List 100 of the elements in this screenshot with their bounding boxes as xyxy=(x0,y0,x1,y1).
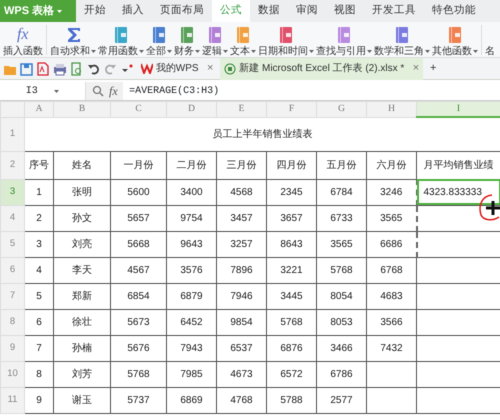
ribbon-button[interactable]: 日期和时间 xyxy=(258,24,314,57)
new-tab-button[interactable]: + xyxy=(426,58,440,80)
column-header[interactable]: E xyxy=(216,102,266,118)
table-cell: 7896 xyxy=(216,257,266,284)
table-cell: 8643 xyxy=(266,231,316,258)
marquee-cell[interactable] xyxy=(416,231,500,258)
print-icon[interactable] xyxy=(53,62,67,76)
save-icon[interactable] xyxy=(20,62,34,76)
table-cell: 6786 xyxy=(316,361,366,388)
column-header[interactable]: G xyxy=(316,102,366,118)
menu-tab[interactable]: 审阅 xyxy=(288,0,326,22)
ribbon-button[interactable]: fx 插入函数 xyxy=(2,24,43,57)
crosshair-cursor-icon xyxy=(486,201,500,215)
caret-icon xyxy=(424,50,430,53)
table-cell: 2577 xyxy=(316,387,366,414)
ribbon-button[interactable]: 数学和三角 xyxy=(374,24,430,57)
column-header[interactable]: B xyxy=(54,102,110,118)
table-cell: 3257 xyxy=(216,231,266,258)
menu-tab[interactable]: 特色功能 xyxy=(424,0,484,22)
table-cell: 5 xyxy=(24,283,54,310)
ribbon-button[interactable]: 常用函数 xyxy=(98,24,144,57)
table-cell: 5600 xyxy=(110,179,166,206)
caret-icon xyxy=(54,90,60,92)
table-cell: 4768 xyxy=(216,387,266,414)
table-cell: 6768 xyxy=(366,257,416,284)
table-cell: 5737 xyxy=(110,387,166,414)
ribbon-button[interactable]: 财务 xyxy=(174,24,200,57)
ribbon-button[interactable]: 逻辑 xyxy=(202,24,228,57)
table-cell: 5673 xyxy=(110,309,166,336)
table-cell: 3565 xyxy=(316,231,366,258)
column-heading: 姓名 xyxy=(54,151,110,180)
caret-icon xyxy=(138,50,144,53)
table-cell: 5768 xyxy=(266,309,316,336)
table-cell: 3566 xyxy=(366,309,416,336)
column-heading: 四月份 xyxy=(266,151,316,180)
corner-cell[interactable] xyxy=(0,102,24,118)
column-header[interactable]: F xyxy=(266,102,316,118)
table-cell: 5768 xyxy=(110,361,166,388)
table-cell: 孙楠 xyxy=(54,335,110,362)
table-cell: 3576 xyxy=(166,257,216,284)
ribbon-button[interactable]: 自动求和 xyxy=(50,24,96,57)
column-header[interactable]: D xyxy=(166,102,216,118)
caret-icon xyxy=(166,50,172,53)
caret-icon xyxy=(194,50,200,53)
table-cell: 3466 xyxy=(316,335,366,362)
table-cell: 8 xyxy=(24,361,54,388)
w-logo-icon xyxy=(140,63,153,74)
column-header[interactable]: C xyxy=(110,102,166,118)
table-cell: 6784 xyxy=(316,179,366,206)
menu-tab[interactable]: 数据 xyxy=(250,0,288,22)
table-cell: 6876 xyxy=(266,335,316,362)
column-header[interactable]: H xyxy=(366,102,416,118)
column-heading: 五月份 xyxy=(316,151,366,180)
menu-tab[interactable]: 插入 xyxy=(114,0,152,22)
column-heading: 二月份 xyxy=(166,151,216,180)
marquee-cell[interactable] xyxy=(416,205,500,232)
column-header[interactable]: I xyxy=(416,102,500,118)
table-cell: 4673 xyxy=(216,361,266,388)
undo-icon[interactable] xyxy=(86,62,100,76)
table-cell: 3 xyxy=(24,231,54,258)
column-heading: 六月份 xyxy=(366,151,416,180)
table-cell: 6879 xyxy=(166,283,216,310)
formula-field[interactable]: =AVERAGE(C3:H3) xyxy=(123,82,500,100)
caret-icon xyxy=(366,50,372,53)
table-cell: 2 xyxy=(24,205,54,232)
ribbon-button[interactable]: 全部 xyxy=(146,24,172,57)
table-cell: 谢玉 xyxy=(54,387,110,414)
table-cell: 5668 xyxy=(110,231,166,258)
table-cell: 李天 xyxy=(54,257,110,284)
menu-tab[interactable]: 视图 xyxy=(326,0,364,22)
menu-tab[interactable]: 开发工具 xyxy=(364,0,424,22)
table-cell: 徐壮 xyxy=(54,309,110,336)
table-cell: 9854 xyxy=(216,309,266,336)
ribbon-button[interactable]: 文本 xyxy=(230,24,256,57)
table-cell: 3457 xyxy=(216,205,266,232)
pdf-icon[interactable] xyxy=(36,62,50,76)
table-cell: 1 xyxy=(24,179,54,206)
ribbon-button[interactable]: 查找与引用 xyxy=(316,24,372,57)
sheet-icon xyxy=(224,62,236,74)
sigma-icon xyxy=(66,26,80,44)
menu-tab[interactable]: 公式 xyxy=(212,0,250,22)
document-tab[interactable]: 我的WPS × xyxy=(136,58,218,80)
menu-tab[interactable]: 开始 xyxy=(76,0,114,22)
table-cell: 刘芳 xyxy=(54,361,110,388)
table-cell: 7985 xyxy=(166,361,216,388)
ribbon-button[interactable]: 其他函数 xyxy=(432,24,478,57)
table-cell: 5788 xyxy=(266,387,316,414)
ribbon-button[interactable]: 名 xyxy=(484,24,495,57)
table-cell: 8053 xyxy=(316,309,366,336)
table-cell: 9643 xyxy=(166,231,216,258)
table-cell: 6 xyxy=(24,309,54,336)
column-header[interactable]: A xyxy=(24,102,54,118)
table-cell: 张明 xyxy=(54,179,110,206)
menu-tab[interactable]: 页面布局 xyxy=(152,0,212,22)
table-cell: 4 xyxy=(24,257,54,284)
table-cell: 7432 xyxy=(366,335,416,362)
table-cell: 6869 xyxy=(166,387,216,414)
table-cell: 3221 xyxy=(266,257,316,284)
document-tab[interactable]: 新建 Microsoft Excel 工作表 (2).xlsx * × xyxy=(220,58,424,80)
table-cell: 4568 xyxy=(216,179,266,206)
